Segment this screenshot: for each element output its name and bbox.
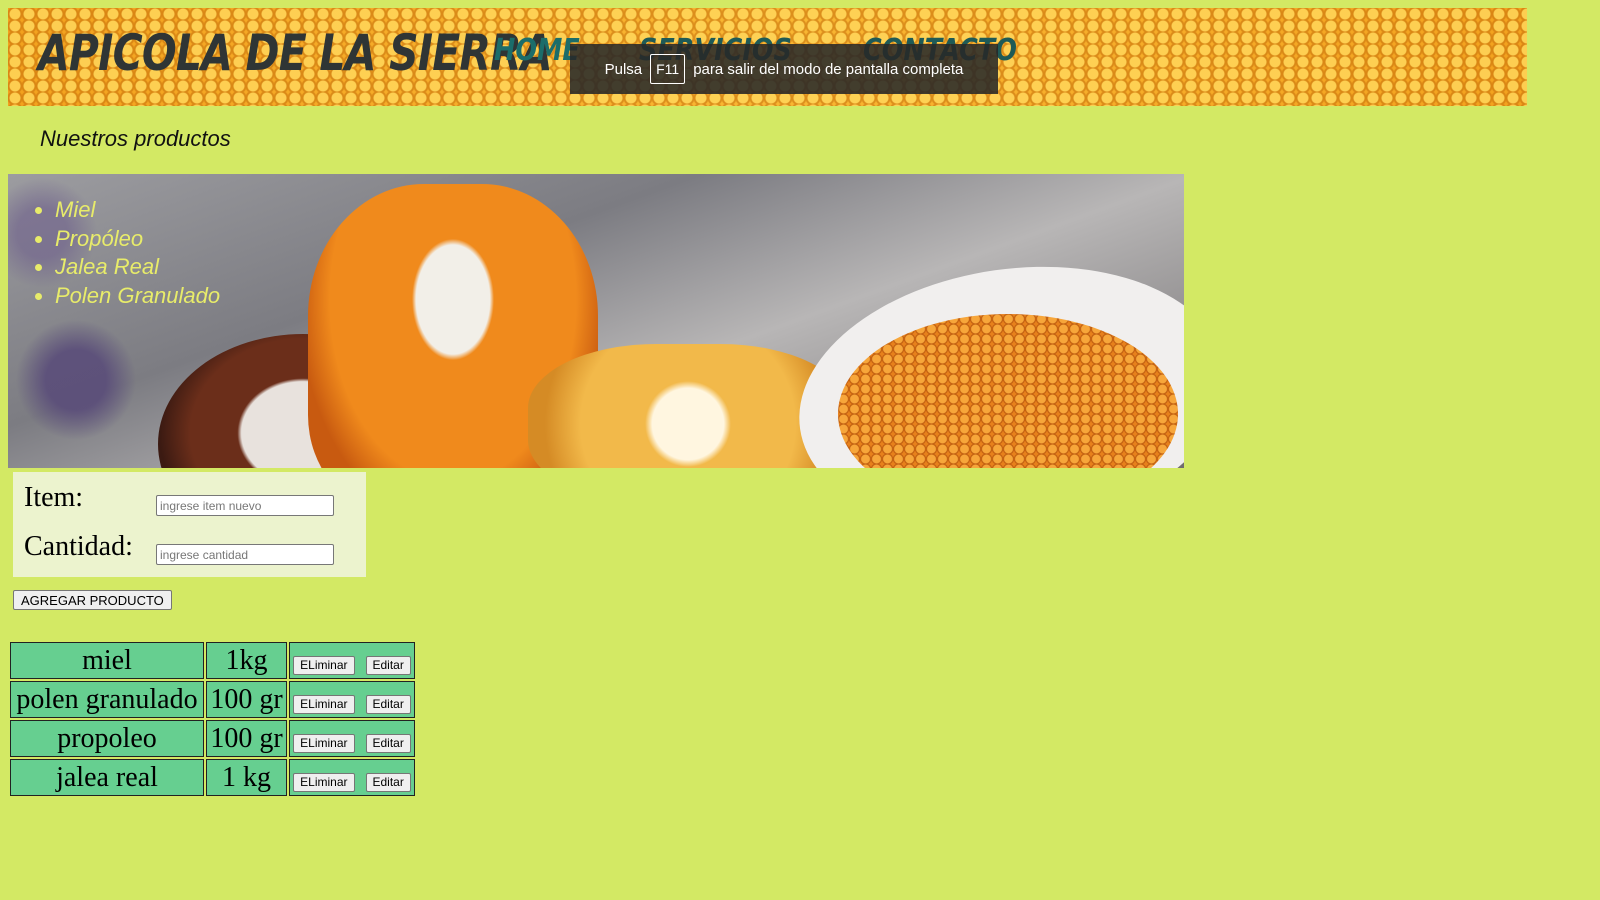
quantity-cell: 1kg xyxy=(206,642,287,679)
actions-cell: ELiminar Editar xyxy=(289,681,415,718)
table-row: propoleo 100 gr ELiminar Editar xyxy=(10,720,415,757)
actions-cell: ELiminar Editar xyxy=(289,759,415,796)
edit-button[interactable]: Editar xyxy=(365,733,411,753)
actions-cell: ELiminar Editar xyxy=(289,720,415,757)
delete-button[interactable]: ELiminar xyxy=(293,655,355,675)
table-row: jalea real 1 kg ELiminar Editar xyxy=(10,759,415,796)
fullscreen-notice-suffix: para salir del modo de pantalla completa xyxy=(693,60,964,78)
item-label: Item: xyxy=(24,482,84,513)
fullscreen-notice: Pulsa F11 para salir del modo de pantall… xyxy=(570,44,998,94)
quantity-cell: 100 gr xyxy=(206,681,287,718)
item-cell: propoleo xyxy=(10,720,204,757)
table-row: polen granulado 100 gr ELiminar Editar xyxy=(10,681,415,718)
item-cell: miel xyxy=(10,642,204,679)
products-banner: Miel Propóleo Jalea Real Polen Granulado xyxy=(8,174,1184,468)
add-product-form: Item: Cantidad: xyxy=(13,472,366,577)
list-item: Miel xyxy=(55,196,220,225)
edit-button[interactable]: Editar xyxy=(365,694,411,714)
quantity-input[interactable] xyxy=(156,544,334,565)
fullscreen-notice-prefix: Pulsa xyxy=(604,60,643,78)
delete-button[interactable]: ELiminar xyxy=(293,694,355,714)
item-input[interactable] xyxy=(156,495,334,516)
page-subtitle: Nuestros productos xyxy=(40,126,231,151)
list-item: Jalea Real xyxy=(55,253,220,282)
delete-button[interactable]: ELiminar xyxy=(293,772,355,792)
edit-button[interactable]: Editar xyxy=(365,655,411,675)
list-item: Propóleo xyxy=(55,225,220,254)
quantity-cell: 1 kg xyxy=(206,759,287,796)
add-product-button[interactable]: AGREGAR PRODUCTO xyxy=(13,590,172,610)
list-item: Polen Granulado xyxy=(55,282,220,311)
brand-logo: APICOLA DE LA SIERRA xyxy=(38,24,553,82)
item-cell: jalea real xyxy=(10,759,204,796)
edit-button[interactable]: Editar xyxy=(365,772,411,792)
products-table: miel 1kg ELiminar Editar polen granulado… xyxy=(8,640,417,798)
table-row: miel 1kg ELiminar Editar xyxy=(10,642,415,679)
quantity-cell: 100 gr xyxy=(206,720,287,757)
item-cell: polen granulado xyxy=(10,681,204,718)
quantity-label: Cantidad: xyxy=(24,531,133,562)
nav-home[interactable]: HOME xyxy=(494,36,580,66)
delete-button[interactable]: ELiminar xyxy=(293,733,355,753)
f11-key-badge: F11 xyxy=(650,54,686,84)
product-list: Miel Propóleo Jalea Real Polen Granulado xyxy=(8,196,220,310)
actions-cell: ELiminar Editar xyxy=(289,642,415,679)
